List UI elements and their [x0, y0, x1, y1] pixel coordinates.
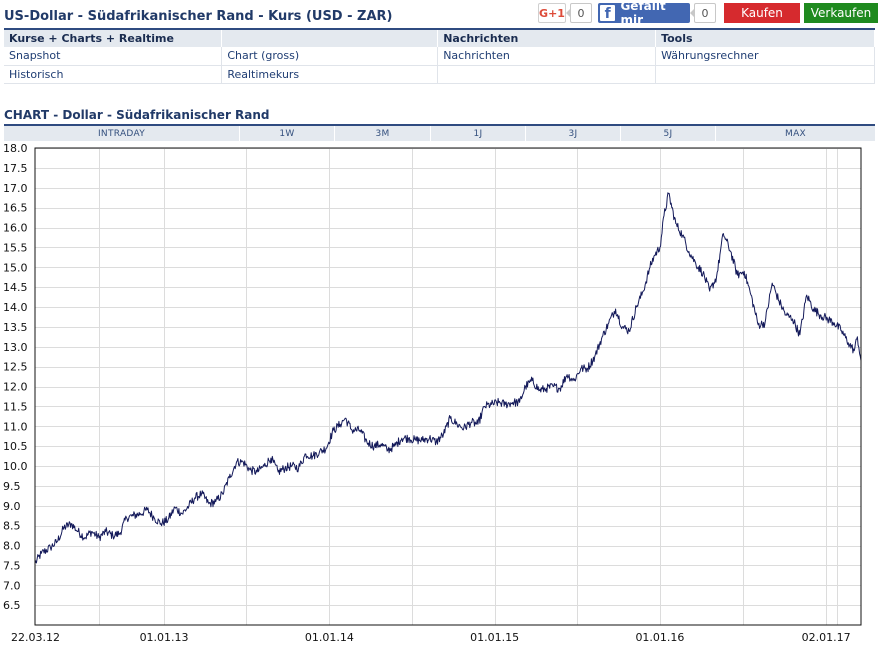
y-tick-label: 12.0: [3, 381, 28, 394]
y-tick-label: 16.0: [3, 222, 28, 235]
y-tick-label: 11.0: [3, 420, 28, 433]
nav-header-kurse: Kurse + Charts + Realtime: [4, 28, 223, 47]
facebook-like-count: 0: [690, 3, 716, 23]
facebook-like-label: Gefällt mir: [620, 0, 666, 27]
y-axis-labels: 6.5 7.0 7.5 8.0 8.5 9.0 9.5 10.0 10.5 11.0 11.5 12.…: [3, 142, 28, 612]
sell-button[interactable]: Verkaufen: [804, 3, 878, 23]
plot-area: [35, 148, 861, 625]
y-tick-label: 17.5: [3, 162, 28, 175]
x-tick-label: 01.01.15: [470, 631, 519, 644]
tab-3m[interactable]: 3M: [335, 126, 431, 141]
x-tick-label: 02.01.17: [802, 631, 851, 644]
tab-1j[interactable]: 1J: [431, 126, 526, 141]
y-tick-label: 17.0: [3, 182, 28, 195]
x-tick-label: 01.01.16: [635, 631, 684, 644]
x-tick-label: 01.01.14: [305, 631, 354, 644]
y-tick-label: 6.5: [3, 599, 21, 612]
nav-link-historisch[interactable]: Historisch: [4, 65, 223, 84]
y-tick-label: 12.5: [3, 361, 28, 374]
google-plus-count: 0: [566, 3, 592, 23]
nav-cell-empty: [437, 65, 657, 84]
y-tick-label: 10.5: [3, 440, 28, 453]
nav-header-nachrichten: Nachrichten: [437, 28, 657, 47]
chart-section-title: CHART - Dollar - Südafrikanischer Rand: [4, 108, 270, 122]
y-tick-label: 14.0: [3, 301, 28, 314]
tab-intraday[interactable]: INTRADAY: [4, 126, 240, 141]
tab-5j[interactable]: 5J: [621, 126, 716, 141]
nav-link-waehrungsrechner[interactable]: Währungsrechner: [655, 47, 875, 66]
page-title: US-Dollar - Südafrikanischer Rand - Kurs…: [4, 9, 393, 24]
y-tick-label: 7.5: [3, 559, 21, 572]
google-plus-button[interactable]: G+1: [538, 3, 566, 23]
y-tick-label: 9.5: [3, 480, 21, 493]
nav-link-snapshot[interactable]: Snapshot: [4, 47, 223, 66]
nav-link-chart-gross[interactable]: Chart (gross): [221, 47, 439, 66]
y-tick-label: 10.0: [3, 460, 28, 473]
y-tick-label: 13.0: [3, 341, 28, 354]
nav-header-empty: [221, 28, 439, 47]
y-tick-label: 16.5: [3, 202, 28, 215]
x-tick-label: 01.01.13: [140, 631, 189, 644]
nav-link-nachrichten[interactable]: Nachrichten: [437, 47, 657, 66]
y-tick-label: 18.0: [3, 142, 28, 155]
y-tick-label: 13.5: [3, 321, 28, 334]
y-tick-label: 8.5: [3, 520, 21, 533]
facebook-icon: f: [600, 5, 616, 21]
nav-link-realtimekurs[interactable]: Realtimekurs: [221, 65, 439, 84]
navigation-table: Kurse + Charts + Realtime Nachrichten To…: [4, 28, 875, 84]
tab-1w[interactable]: 1W: [240, 126, 335, 141]
exchange-rate-chart: 6.5 7.0 7.5 8.0 8.5 9.0 9.5 10.0 10.5 11.0 11.5 12.…: [3, 142, 862, 644]
nav-cell-empty: [655, 65, 875, 84]
facebook-like-button[interactable]: f Gefällt mir: [598, 0, 690, 27]
tab-3j[interactable]: 3J: [526, 126, 621, 141]
y-tick-label: 15.0: [3, 261, 28, 274]
x-axis-labels: 22.03.12 01.01.13 01.01.14 01.01.15 01.01.16…: [11, 631, 851, 644]
chart-range-tabs: INTRADAY 1W 3M 1J 3J 5J MAX: [4, 126, 875, 141]
y-tick-label: 14.5: [3, 281, 28, 294]
y-tick-label: 15.5: [3, 241, 28, 254]
y-tick-label: 11.5: [3, 400, 28, 413]
y-tick-label: 9.0: [3, 500, 21, 513]
social-and-trade-bar: G+1 0 f Gefällt mir 0 Kaufen Verkaufen: [538, 0, 878, 27]
y-tick-label: 8.0: [3, 540, 21, 553]
x-tick-label: 22.03.12: [11, 631, 60, 644]
tab-max[interactable]: MAX: [716, 126, 875, 141]
buy-button[interactable]: Kaufen: [724, 3, 800, 23]
y-tick-label: 7.0: [3, 579, 21, 592]
nav-header-tools: Tools: [655, 28, 875, 47]
